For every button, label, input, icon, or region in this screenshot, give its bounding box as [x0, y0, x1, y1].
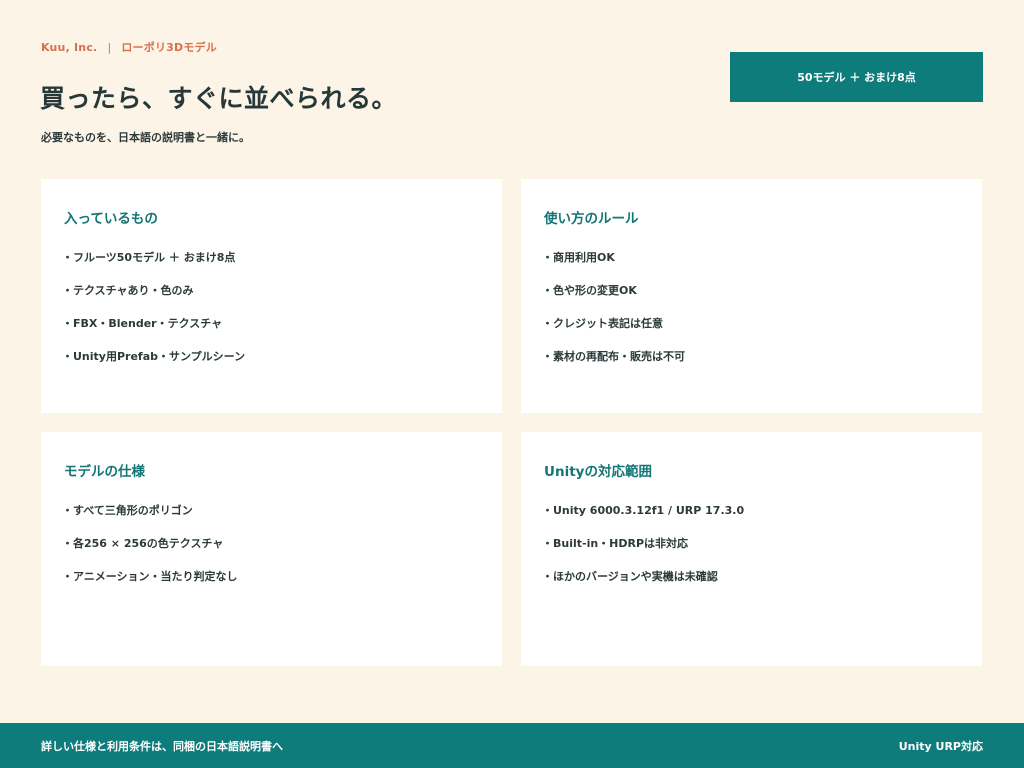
card-list: フルーツ50モデル ＋ おまけ8点 テクスチャあり・色のみ FBX・Blende… [64, 251, 502, 383]
card-list: すべて三角形のポリゴン 各256 × 256の色テクスチャ アニメーション・当た… [64, 504, 502, 603]
card-title: 入っているもの [64, 211, 158, 227]
list-item: Unity 6000.3.12f1 / URP 17.3.0 [544, 504, 982, 537]
card-title: モデルの仕様 [64, 464, 145, 480]
card-contents: 入っているもの フルーツ50モデル ＋ おまけ8点 テクスチャあり・色のみ FB… [41, 179, 502, 413]
company-name: Kuu, Inc. [41, 41, 98, 54]
list-item: Unity用Prefab・サンプルシーン [64, 350, 502, 383]
card-list: 商用利用OK 色や形の変更OK クレジット表記は任意 素材の再配布・販売は不可 [544, 251, 982, 383]
card-model-specs: モデルの仕様 すべて三角形のポリゴン 各256 × 256の色テクスチャ アニメ… [41, 432, 502, 666]
brand-separator: | [107, 41, 112, 54]
model-count-badge: 50モデル ＋ おまけ8点 [730, 52, 983, 102]
list-item: クレジット表記は任意 [544, 317, 982, 350]
list-item: 色や形の変更OK [544, 284, 982, 317]
list-item: ほかのバージョンや実機は未確認 [544, 570, 982, 603]
list-item: FBX・Blender・テクスチャ [64, 317, 502, 350]
list-item: すべて三角形のポリゴン [64, 504, 502, 537]
card-title: 使い方のルール [544, 211, 639, 227]
footer-bar: 詳しい仕様と利用条件は、同梱の日本語説明書へ Unity URP対応 [0, 723, 1024, 768]
card-title: Unityの対応範囲 [544, 464, 652, 480]
list-item: フルーツ50モデル ＋ おまけ8点 [64, 251, 502, 284]
product-category: ローポリ3Dモデル [121, 41, 217, 54]
list-item: Built-in・HDRPは非対応 [544, 537, 982, 570]
page-subtitle: 必要なものを、日本語の説明書と一緒に。 [41, 131, 250, 144]
footer-compat-label: Unity URP対応 [898, 739, 983, 753]
card-list: Unity 6000.3.12f1 / URP 17.3.0 Built-in・… [544, 504, 982, 603]
list-item: 商用利用OK [544, 251, 982, 284]
card-usage-rules: 使い方のルール 商用利用OK 色や形の変更OK クレジット表記は任意 素材の再配… [521, 179, 982, 413]
card-unity-support: Unityの対応範囲 Unity 6000.3.12f1 / URP 17.3.… [521, 432, 982, 666]
footer-note: 詳しい仕様と利用条件は、同梱の日本語説明書へ [41, 739, 283, 753]
page-title: 買ったら、すぐに並べられる。 [40, 84, 398, 113]
brand-line: Kuu, Inc. | ローポリ3Dモデル [41, 39, 217, 55]
list-item: 各256 × 256の色テクスチャ [64, 537, 502, 570]
list-item: 素材の再配布・販売は不可 [544, 350, 982, 383]
list-item: アニメーション・当たり判定なし [64, 570, 502, 603]
list-item: テクスチャあり・色のみ [64, 284, 502, 317]
